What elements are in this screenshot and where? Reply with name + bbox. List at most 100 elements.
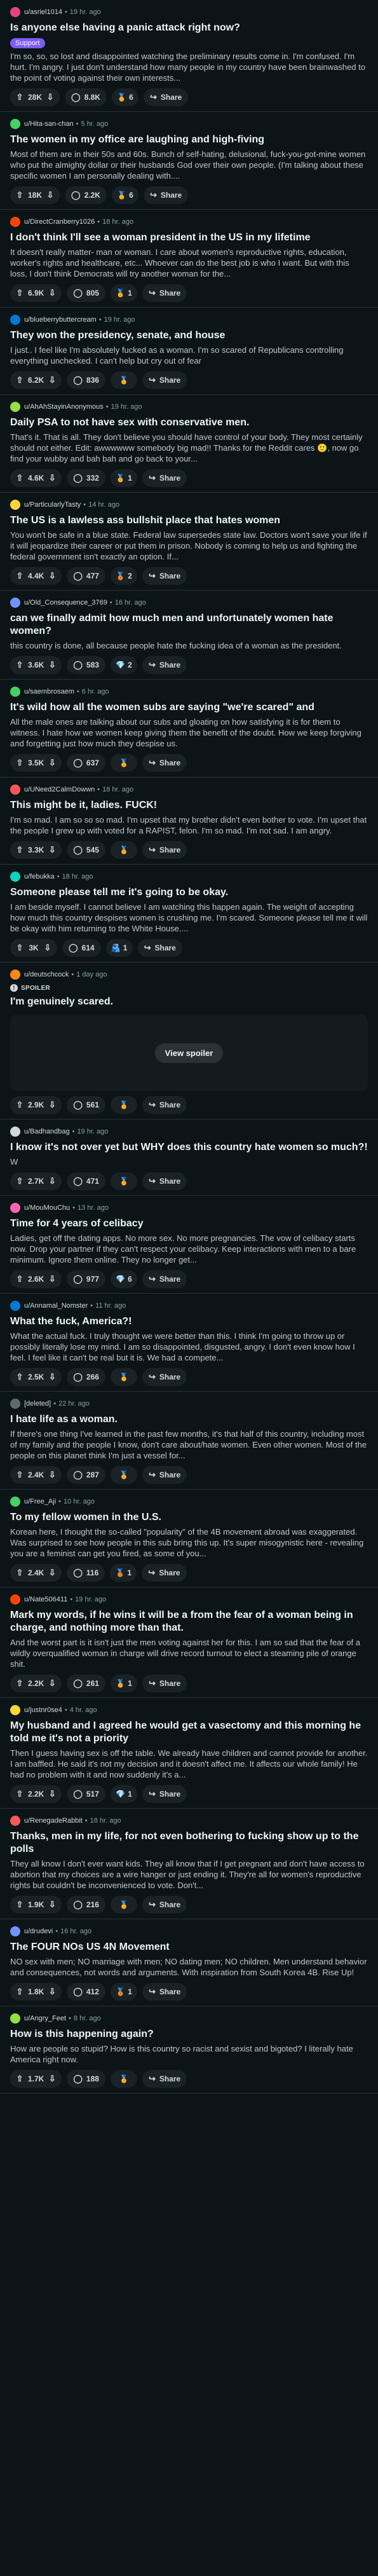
avatar[interactable] [10, 500, 20, 510]
award-button[interactable]: 🏅 [110, 1096, 137, 1114]
upvote-icon[interactable]: ⇧ [14, 2074, 25, 2084]
post-title[interactable]: can we finally admit how much men and un… [10, 612, 368, 638]
downvote-icon[interactable]: ⇩ [46, 758, 58, 768]
post-title[interactable]: They won the presidency, senate, and hou… [10, 329, 368, 342]
comments-button[interactable]: ◯ 561 [67, 1096, 105, 1114]
share-button[interactable]: ↪ Share [142, 1983, 187, 2001]
post-body[interactable]: I am beside myself. I cannot believe I a… [10, 901, 368, 934]
post-body[interactable]: What the actual fuck. I truly thought we… [10, 1331, 368, 1363]
post-card[interactable]: u/MouMouChu • 13 hr. ago Time for 4 year… [0, 1196, 378, 1294]
upvote-icon[interactable]: ⇧ [14, 473, 25, 483]
downvote-icon[interactable]: ⇩ [46, 288, 58, 298]
post-author[interactable]: u/RenegadeRabbit [24, 1817, 83, 1825]
post-author[interactable]: u/AhAhStayinAnonymous [24, 403, 104, 411]
avatar[interactable] [10, 687, 20, 697]
avatar[interactable] [10, 872, 20, 882]
avatar[interactable] [10, 784, 20, 795]
post-body[interactable]: How are people so stupid? How is this co… [10, 2043, 368, 2065]
comments-button[interactable]: ◯ 583 [67, 656, 105, 674]
award-button[interactable]: 🥉 1 [110, 1564, 137, 1582]
downvote-icon[interactable]: ⇩ [46, 1470, 58, 1480]
post-title[interactable]: The women in my office are laughing and … [10, 134, 368, 146]
comments-button[interactable]: ◯ 977 [67, 1270, 105, 1288]
downvote-icon[interactable]: ⇩ [46, 1987, 58, 1997]
share-button[interactable]: ↪ Share [142, 754, 187, 772]
downvote-icon[interactable]: ⇩ [46, 1100, 58, 1110]
downvote-icon[interactable]: ⇩ [46, 375, 58, 385]
post-title[interactable]: I don't think I'll see a woman president… [10, 231, 368, 244]
upvote-icon[interactable]: ⇧ [14, 190, 25, 200]
comments-button[interactable]: ◯ 836 [67, 371, 105, 389]
post-author[interactable]: u/DirectCranberry1026 [24, 218, 95, 226]
post-author[interactable]: u/Angry_Feet [24, 2015, 66, 2022]
share-button[interactable]: ↪ Share [142, 567, 187, 585]
avatar[interactable] [10, 217, 20, 227]
avatar[interactable] [10, 119, 20, 129]
post-body[interactable]: I'm so mad. I am so so so mad. I'm upset… [10, 814, 368, 836]
downvote-icon[interactable]: ⇩ [46, 660, 58, 670]
comments-button[interactable]: ◯ 287 [67, 1466, 105, 1484]
post-flair[interactable]: Support [10, 38, 45, 48]
downvote-icon[interactable]: ⇩ [46, 571, 58, 581]
post-author[interactable]: u/justnr0se4 [24, 1706, 62, 1714]
post-author[interactable]: [deleted] [24, 1400, 51, 1408]
post-author[interactable]: u/ParticularlyTasty [24, 501, 81, 509]
share-button[interactable]: ↪ Share [142, 841, 187, 859]
post-body[interactable]: I'm so, so, so lost and disappointed wat… [10, 51, 368, 83]
award-button[interactable]: 🏅 [110, 371, 137, 389]
post-body[interactable]: Most of them are in their 50s and 60s. B… [10, 149, 368, 181]
downvote-icon[interactable]: ⇩ [46, 1678, 58, 1689]
spoiler-media[interactable]: View spoiler [10, 1015, 368, 1091]
post-author[interactable]: u/MouMouChu [24, 1204, 70, 1212]
post-title[interactable]: It's wild how all the women subs are say… [10, 701, 368, 714]
comments-button[interactable]: ◯ 545 [67, 841, 105, 859]
post-card[interactable]: u/UNeed2CalmDowwn • 18 hr. ago This migh… [0, 778, 378, 865]
post-card[interactable]: u/febukka • 18 hr. ago Someone please te… [0, 865, 378, 963]
post-card[interactable]: u/justnr0se4 • 4 hr. ago My husband and … [0, 1698, 378, 1809]
upvote-icon[interactable]: ⇧ [14, 571, 25, 581]
post-title[interactable]: Daily PSA to not have sex with conservat… [10, 416, 368, 429]
award-button[interactable]: 🏅 [110, 1172, 137, 1190]
award-button[interactable]: 🏅 [110, 1368, 137, 1386]
post-body[interactable]: W [10, 1156, 368, 1167]
post-body[interactable]: I just.. I feel like I'm absolutely fuck… [10, 345, 368, 366]
post-body[interactable]: If there's one thing I've learned in the… [10, 1428, 368, 1461]
avatar[interactable] [10, 1127, 20, 1137]
upvote-icon[interactable]: ⇧ [14, 1987, 25, 1997]
upvote-icon[interactable]: ⇧ [14, 1100, 25, 1110]
upvote-icon[interactable]: ⇧ [14, 845, 25, 855]
post-title[interactable]: Thanks, men in my life, for not even bot… [10, 1830, 368, 1856]
post-card[interactable]: u/ParticularlyTasty • 14 hr. ago The US … [0, 493, 378, 591]
award-button[interactable]: 🏅 6 [111, 186, 138, 204]
award-button[interactable]: 🏅 1 [110, 284, 137, 302]
award-button[interactable]: 🫂 1 [105, 939, 133, 957]
comments-button[interactable]: ◯ 261 [67, 1675, 105, 1692]
post-author[interactable]: u/Hita-san-chan [24, 120, 74, 128]
avatar[interactable] [10, 969, 20, 980]
share-button[interactable]: ↪ Share [142, 371, 187, 389]
post-author[interactable]: u/Badhandbag [24, 1128, 70, 1135]
award-button[interactable]: 💎 2 [110, 656, 137, 674]
award-button[interactable]: 🥉 1 [110, 1983, 137, 2001]
post-title[interactable]: The US is a lawless ass bullshit place t… [10, 514, 368, 527]
downvote-icon[interactable]: ⇩ [46, 1789, 58, 1799]
post-card[interactable]: u/Hita-san-chan • 5 hr. ago The women in… [0, 112, 378, 210]
upvote-icon[interactable]: ⇧ [14, 288, 25, 298]
comments-button[interactable]: ◯ 188 [67, 2070, 105, 2088]
avatar[interactable] [10, 1705, 20, 1715]
post-card[interactable]: u/AhAhStayinAnonymous • 19 hr. ago Daily… [0, 395, 378, 493]
post-body[interactable]: Then I guess having sex is off the table… [10, 1748, 368, 1780]
comments-button[interactable]: ◯ 471 [67, 1172, 105, 1190]
post-title[interactable]: What the fuck, America?! [10, 1315, 368, 1328]
post-body[interactable]: Korean here, I thought the so-called "po… [10, 1526, 368, 1559]
downvote-icon[interactable]: ⇩ [46, 1176, 58, 1186]
post-title[interactable]: I hate life as a woman. [10, 1413, 368, 1426]
post-card[interactable]: u/Badhandbag • 19 hr. ago I know it's no… [0, 1120, 378, 1196]
post-body[interactable]: And the worst part is it isn't just the … [10, 1637, 368, 1669]
post-body[interactable]: NO sex with men; NO marriage with men; N… [10, 1956, 368, 1978]
upvote-icon[interactable]: ⇧ [14, 1176, 25, 1186]
comments-button[interactable]: ◯ 216 [67, 1896, 105, 1914]
comments-button[interactable]: ◯ 637 [67, 754, 105, 772]
upvote-icon[interactable]: ⇧ [14, 1678, 25, 1689]
share-button[interactable]: ↪ Share [142, 1564, 187, 1582]
